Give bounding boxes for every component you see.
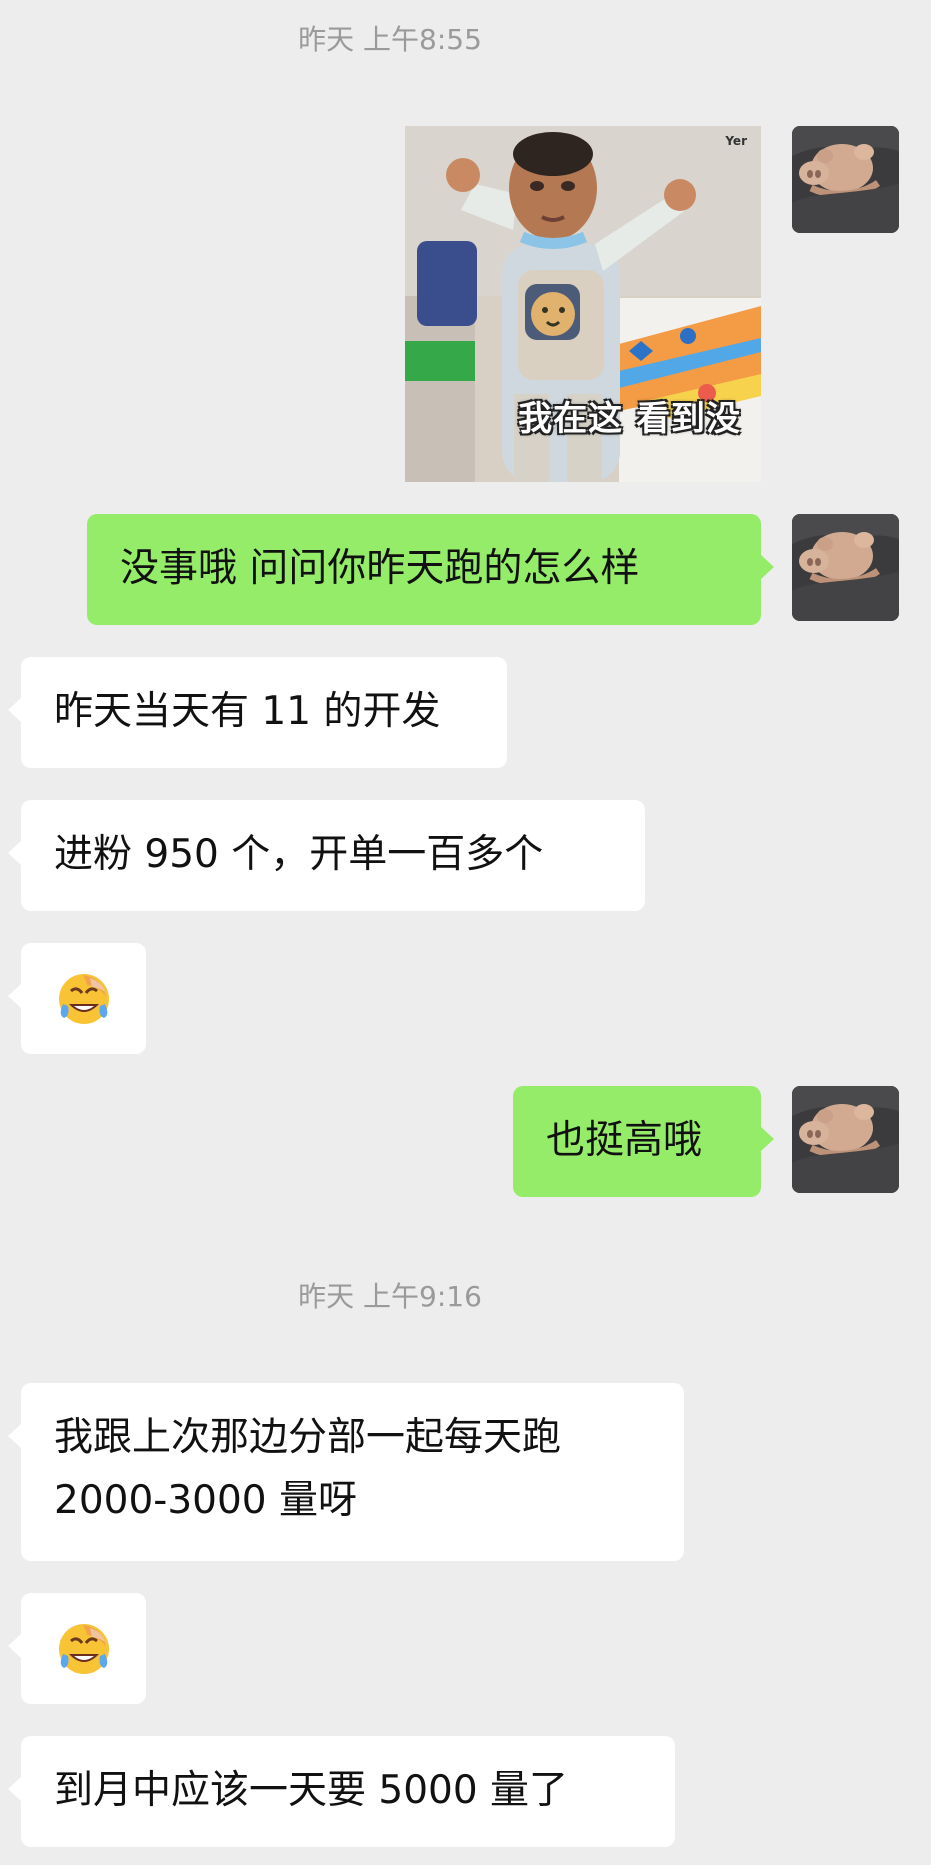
user-avatar[interactable]: [792, 1086, 899, 1193]
received-message-bubble[interactable]: 到月中应该一天要 5000 量了: [8, 1736, 675, 1847]
chat-bottom-edge: [0, 1848, 931, 1865]
sent-sticker[interactable]: Yer 我在这 看到没: [405, 126, 761, 482]
received-emoji-bubble[interactable]: [8, 943, 146, 1054]
timestamp-855: 昨天 上午8:55: [298, 23, 482, 56]
received-message-text: 昨天当天有 11 的开发: [54, 689, 441, 734]
received-message-line: 我跟上次那边分部一起每天跑: [54, 1415, 562, 1460]
sent-message-bubble[interactable]: 没事哦 问问你昨天跑的怎么样: [87, 514, 774, 625]
plush-pig-avatar-icon: [792, 126, 899, 233]
crying-laughing-emoji-icon: [55, 970, 113, 1028]
received-message-text: 进粉 950 个，开单一百多个: [54, 832, 544, 877]
sent-message-text: 没事哦 问问你昨天跑的怎么样: [120, 546, 640, 591]
user-avatar[interactable]: [792, 126, 899, 233]
received-message-bubble[interactable]: 进粉 950 个，开单一百多个: [8, 800, 645, 911]
sticker-caption: 我在这 看到没: [518, 399, 741, 439]
sticker-watermark: Yer: [725, 134, 747, 148]
timestamp-916: 昨天 上午9:16: [298, 1280, 482, 1313]
sent-message-bubble[interactable]: 也挺高哦: [513, 1086, 774, 1197]
received-message-line: 2000-3000 量呀: [54, 1478, 357, 1523]
sent-message-text: 也挺高哦: [546, 1118, 703, 1163]
plush-pig-avatar-icon: [792, 514, 899, 621]
chat-window: 昨天 上午8:55 Yer 我在这 看到没 没事哦 问问你昨天跑的怎么样 昨天当…: [0, 0, 931, 1865]
received-message-text: 到月中应该一天要 5000 量了: [54, 1768, 569, 1813]
user-avatar[interactable]: [792, 514, 899, 621]
received-message-bubble[interactable]: 我跟上次那边分部一起每天跑 2000-3000 量呀: [8, 1383, 684, 1561]
received-emoji-bubble[interactable]: [8, 1593, 146, 1704]
received-message-bubble[interactable]: 昨天当天有 11 的开发: [8, 657, 507, 768]
crying-laughing-emoji-icon: [55, 1620, 113, 1678]
plush-pig-avatar-icon: [792, 1086, 899, 1193]
